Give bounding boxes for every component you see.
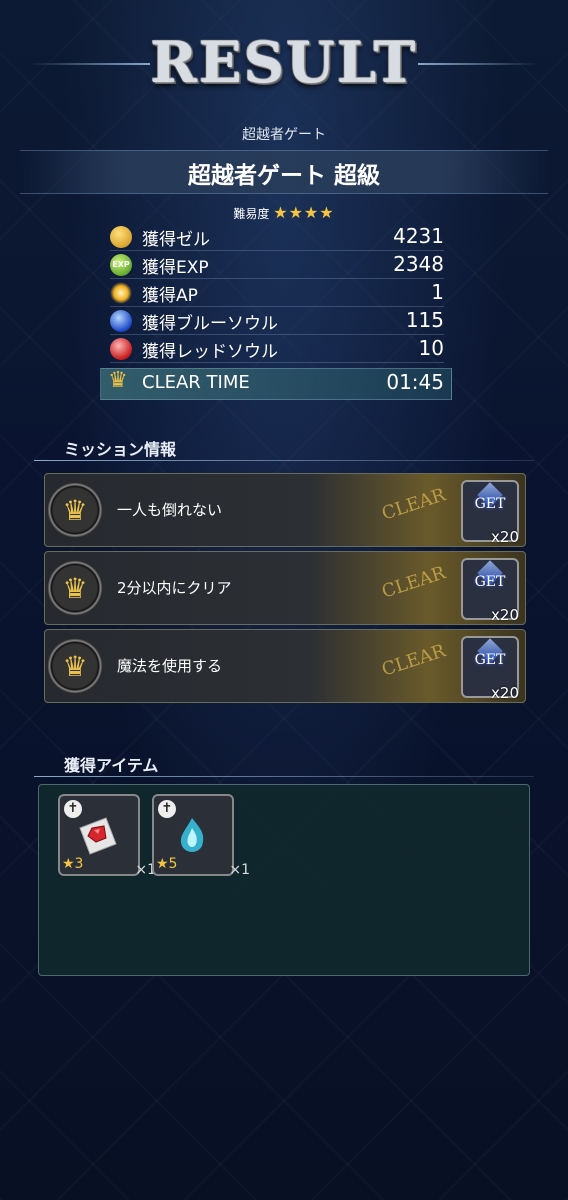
stat-row-gil: 獲得ゼル 4231 <box>110 224 444 251</box>
item-rarity: ★3 <box>62 856 84 872</box>
crown-icon: ♛ <box>47 482 103 538</box>
red-soul-icon <box>110 338 132 360</box>
stat-value: 2348 <box>393 252 444 276</box>
reward-button[interactable]: GET x20 <box>461 558 519 624</box>
reward-button[interactable]: GET x20 <box>461 636 519 702</box>
items-section-title: 獲得アイテム <box>64 756 159 775</box>
blue-flame-crystal-icon <box>180 818 204 852</box>
missions-section-title: ミッション情報 <box>64 440 177 459</box>
crown-icon: ♛ <box>47 638 103 694</box>
item-slot[interactable]: ✝ ★3 ×1 <box>58 794 156 878</box>
stat-row-ap: 獲得AP 1 <box>110 280 444 307</box>
stat-value: 4231 <box>393 224 444 248</box>
clear-time-value: 01:45 <box>386 370 444 394</box>
item-slot[interactable]: ✝ ★5 ×1 <box>152 794 250 878</box>
stat-row-exp: EXP 獲得EXP 2348 <box>110 252 444 279</box>
stage-category: 超越者ゲート <box>242 127 326 143</box>
stat-label: 獲得レッドソウル <box>142 342 278 362</box>
stat-label: 獲得AP <box>142 286 198 306</box>
mission-row[interactable]: ♛ 一人も倒れない CLEAR GET x20 <box>44 473 526 547</box>
reward-qty: x20 <box>491 528 519 546</box>
mission-row[interactable]: ♛ 2分以内にクリア CLEAR GET x20 <box>44 551 526 625</box>
section-divider <box>34 776 534 777</box>
ap-burst-icon <box>110 282 132 304</box>
stat-label: 獲得ブルーソウル <box>142 314 278 334</box>
reward-qty: x20 <box>491 684 519 702</box>
exp-icon: EXP <box>110 254 132 276</box>
mission-status: CLEAR <box>379 484 449 525</box>
stage-name: 超越者ゲート 超級 <box>187 163 380 189</box>
difficulty-label: 難易度 <box>233 207 270 221</box>
stat-value: 1 <box>431 280 444 304</box>
difficulty-stars: ★★★★ <box>273 203 335 222</box>
mission-status: CLEAR <box>379 562 449 603</box>
item-rarity: ★5 <box>156 856 178 872</box>
reward-qty: x20 <box>491 606 519 624</box>
reward-label: GET <box>474 574 506 590</box>
difficulty: 難易度 ★★★★ <box>0 203 568 222</box>
mission-status: CLEAR <box>379 640 449 681</box>
mission-row[interactable]: ♛ 魔法を使用する CLEAR GET x20 <box>44 629 526 703</box>
stat-value: 115 <box>405 308 444 332</box>
result-title: RESULT <box>150 30 418 96</box>
mission-text: 2分以内にクリア <box>117 579 232 597</box>
gil-coin-icon <box>110 226 132 248</box>
reward-label: GET <box>474 652 506 668</box>
item-count: ×1 <box>229 862 250 878</box>
stat-row-blue-soul: 獲得ブルーソウル 115 <box>110 308 444 335</box>
crown-icon: ♛ <box>47 560 103 616</box>
red-gem-on-paper-icon <box>79 817 117 855</box>
reward-button[interactable]: GET x20 <box>461 480 519 546</box>
stat-row-red-soul: 獲得レッドソウル 10 <box>110 336 444 363</box>
stat-value: 10 <box>418 336 444 360</box>
blue-soul-icon <box>110 310 132 332</box>
mission-text: 一人も倒れない <box>117 501 223 519</box>
mission-text: 魔法を使用する <box>117 657 223 675</box>
reward-label: GET <box>474 496 506 512</box>
section-divider <box>34 460 534 461</box>
stat-label: 獲得ゼル <box>142 230 210 250</box>
stat-label: 獲得EXP <box>142 258 209 278</box>
